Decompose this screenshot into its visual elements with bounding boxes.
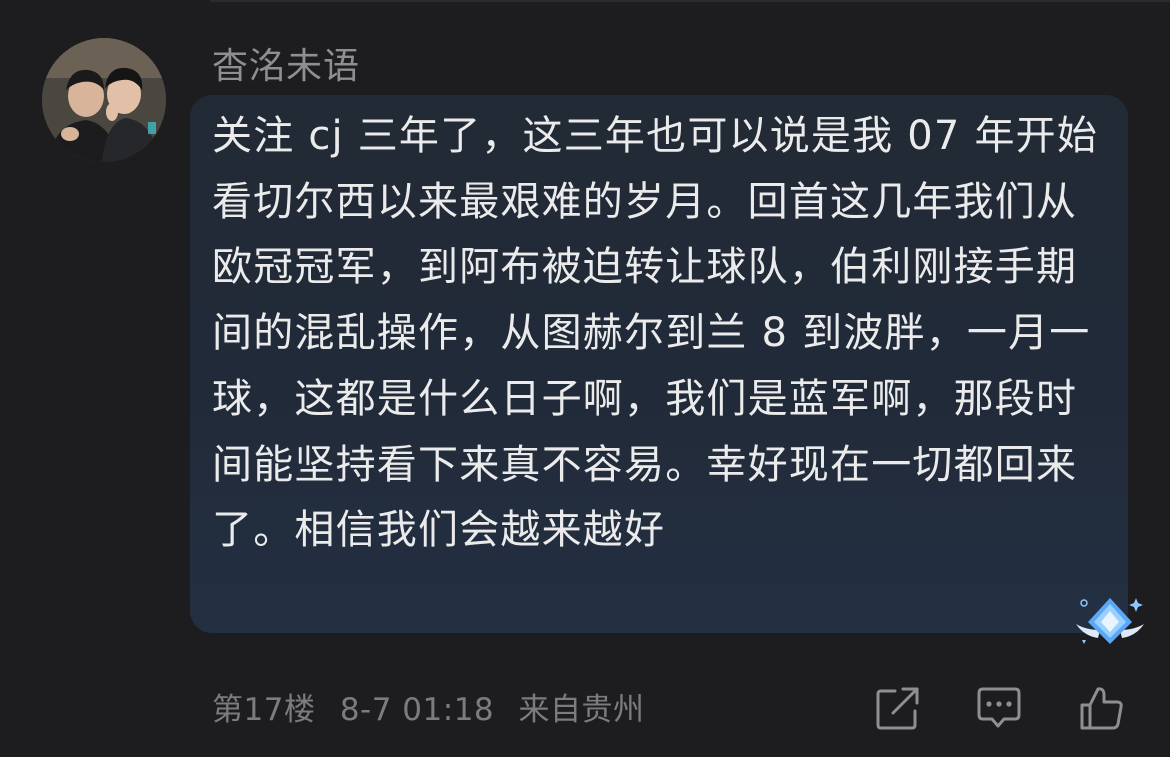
floor-number: 第17楼 [212,692,316,728]
share-icon [876,687,919,730]
post-date: 8-7 01:18 [339,692,495,728]
avatar-image [42,38,166,162]
thumbs-up-icon [1080,687,1123,730]
diamond-badge-icon [1072,594,1148,650]
comment-button[interactable] [974,683,1024,733]
like-button[interactable] [1076,683,1126,733]
top-divider [210,0,1170,2]
avatar[interactable] [42,38,166,162]
comment-text: 关注 cj 三年了，这三年也可以说是我 07 年开始看切尔西以来最艰难的岁月。回… [212,113,1099,554]
username[interactable]: 杳洺未语 [212,44,360,90]
share-button[interactable] [873,683,923,733]
post-meta: 第17楼 8-7 01:18 来自贵州 [212,688,659,732]
comment-icon [977,687,1021,728]
post-location: 来自贵州 [518,692,645,728]
